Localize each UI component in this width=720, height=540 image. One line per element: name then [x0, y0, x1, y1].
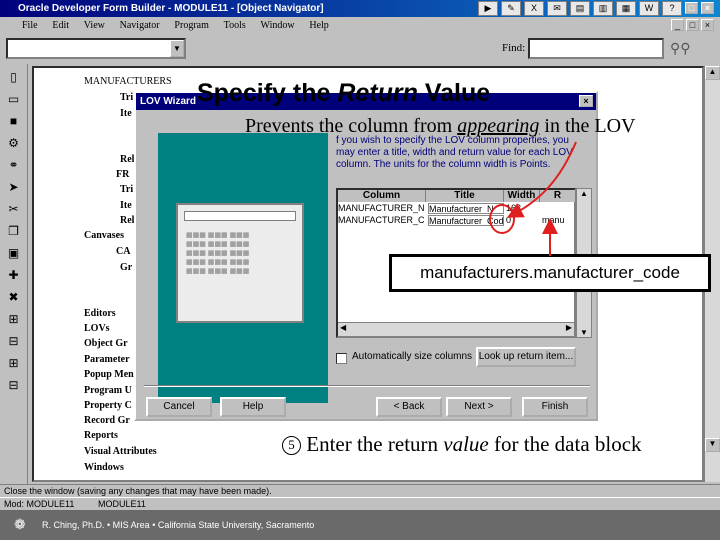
annotation-arrows — [489, 141, 577, 256]
arrow-to-width — [506, 141, 577, 218]
width-highlight-circle — [489, 204, 515, 234]
